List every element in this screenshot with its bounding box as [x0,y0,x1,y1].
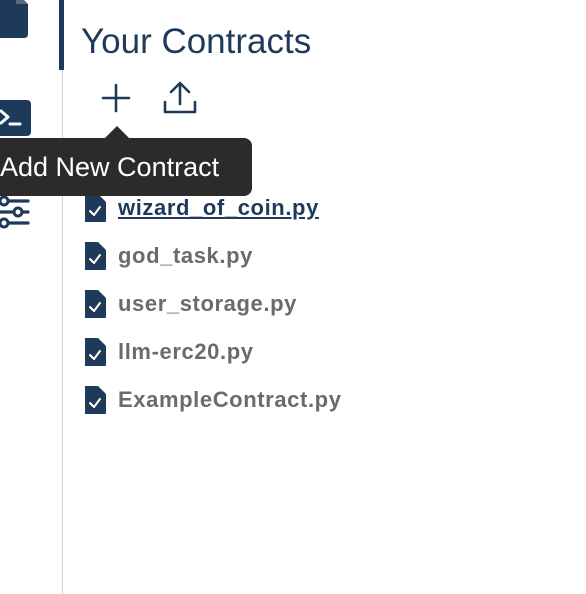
file-check-icon [85,338,106,366]
contract-file-name: wizard_of_coin.py [118,195,319,220]
settings-sliders-icon[interactable] [0,192,30,232]
contract-file-name: llm-erc20.py [118,339,254,364]
file-icon[interactable] [0,0,28,44]
file-check-icon [85,386,106,414]
contract-file-name: ExampleContract.py [118,387,342,412]
plus-icon [101,83,131,113]
contract-file-item[interactable]: llm-erc20.py [84,328,342,376]
app-root: Your Contracts wizard_of_coin.py god_tas… [0,0,586,594]
add-contract-button[interactable] [96,78,136,118]
contract-file-item[interactable]: user_storage.py [84,280,342,328]
contract-file-item[interactable]: god_task.py [84,232,342,280]
upload-icon [163,81,197,114]
contract-file-item[interactable]: ExampleContract.py [84,376,342,424]
sidebar [0,0,62,594]
contracts-panel: Your Contracts wizard_of_coin.py god_tas… [64,0,586,594]
sidebar-divider [62,0,63,594]
upload-contract-button[interactable] [160,78,200,118]
terminal-icon[interactable] [0,100,31,136]
add-contract-tooltip: Add New Contract [0,138,252,196]
contract-file-name: user_storage.py [118,291,297,316]
file-check-icon [85,242,106,270]
file-check-icon [85,290,106,318]
contract-file-list: wizard_of_coin.py god_task.py user_stora… [84,184,342,424]
page-title: Your Contracts [81,22,312,62]
contract-file-name: god_task.py [118,243,253,268]
file-check-icon [85,194,106,222]
